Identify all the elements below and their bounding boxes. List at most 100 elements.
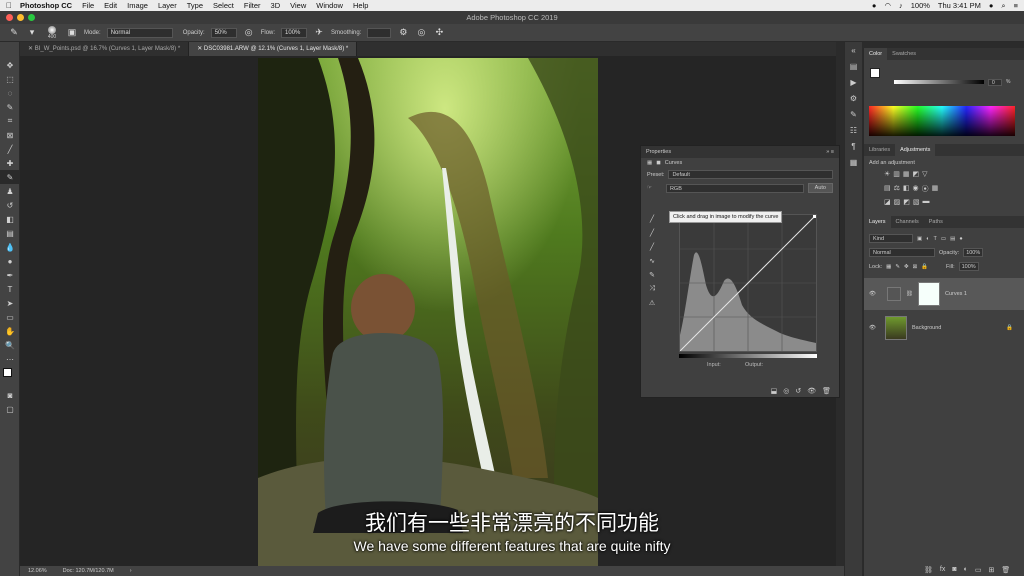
menu-layer[interactable]: Layer — [158, 1, 177, 10]
pencil-mode-icon[interactable]: ✎ — [645, 268, 659, 282]
curve-graph[interactable] — [679, 214, 817, 352]
filter-smart-icon[interactable]: ▤ — [950, 236, 955, 242]
foreground-swatch[interactable] — [870, 68, 880, 78]
adjust-icon[interactable]: ⚙ — [845, 90, 862, 106]
menu-3d[interactable]: 3D — [271, 1, 281, 10]
battery-percent[interactable]: 100% — [911, 1, 930, 10]
clone-stamp-tool-icon[interactable]: ♟ — [0, 184, 20, 198]
gradient-tool-icon[interactable]: ▤ — [0, 226, 20, 240]
color-lookup-icon[interactable]: ▦ — [932, 184, 939, 194]
collapse-icon[interactable]: « — [845, 42, 862, 58]
curves-icon[interactable]: ▦ — [903, 170, 910, 178]
airbrush-icon[interactable]: ✈ — [313, 27, 325, 39]
brush-settings-icon[interactable]: ▣ — [66, 27, 78, 39]
opacity-field[interactable]: 50% — [210, 27, 237, 38]
brightness-contrast-icon[interactable]: ☀ — [884, 170, 890, 178]
adjustment-icon[interactable]: ▦ — [647, 160, 652, 166]
trash-icon[interactable]: 🗑 — [822, 387, 831, 395]
foreground-color-swatch[interactable] — [3, 368, 12, 377]
curve-point-mode-icon[interactable]: ∿ — [645, 254, 659, 268]
auto-button[interactable]: Auto — [807, 183, 833, 193]
menu-type[interactable]: Type — [187, 1, 203, 10]
menu-view[interactable]: View — [290, 1, 306, 10]
add-mask-icon[interactable]: ◙ — [952, 566, 956, 574]
color-spectrum[interactable] — [869, 106, 1015, 136]
menu-edit[interactable]: Edit — [104, 1, 117, 10]
trash-icon[interactable]: 🗑 — [1001, 566, 1010, 574]
brightness-value[interactable]: 0 — [988, 79, 1002, 86]
gradient-map-icon[interactable]: ▬ — [923, 198, 930, 206]
dodge-tool-icon[interactable]: ● — [0, 254, 20, 268]
channel-select[interactable]: RGB — [665, 183, 804, 193]
smooth-curve-icon[interactable]: ⤨ — [645, 282, 659, 296]
posterize-icon[interactable]: ▨ — [894, 198, 901, 206]
layer-background[interactable]: 👁 Background 🔒 — [864, 312, 1024, 344]
chain-link-icon[interactable]: ⛓ — [906, 291, 913, 297]
threshold-icon[interactable]: ◩ — [903, 198, 910, 206]
styles-icon[interactable]: ☷ — [845, 122, 862, 138]
history-brush-tool-icon[interactable]: ↺ — [0, 198, 20, 212]
lock-all-icon[interactable]: 🔒 — [921, 264, 928, 270]
tab-paths[interactable]: Paths — [924, 216, 948, 228]
close-icon[interactable]: ✕ — [28, 46, 35, 52]
new-layer-icon[interactable]: ⊞ — [988, 566, 994, 574]
new-adjustment-icon[interactable]: ◐ — [964, 566, 968, 574]
shape-tool-icon[interactable]: ▭ — [0, 310, 20, 324]
brush-tool-icon[interactable]: ✎ — [0, 170, 20, 184]
filter-type-icon[interactable]: T — [934, 236, 937, 242]
menu-file[interactable]: File — [82, 1, 94, 10]
eraser-tool-icon[interactable]: ◧ — [0, 212, 20, 226]
eyedropper-tool-icon[interactable]: ╱ — [0, 142, 20, 156]
mode-select[interactable]: Normal — [106, 27, 173, 38]
document-info[interactable]: Doc: 120.7M/120.7M — [63, 568, 114, 574]
lock-artboard-icon[interactable]: ⊠ — [913, 264, 918, 270]
tab-channels[interactable]: Channels — [891, 216, 924, 228]
gear-icon[interactable]: ⚙ — [397, 27, 409, 39]
brush-preset-picker[interactable]: 400 — [44, 25, 60, 40]
blend-mode-select[interactable]: Normal — [869, 248, 935, 257]
selective-color-icon[interactable]: ▧ — [913, 198, 920, 206]
tab-adjustments[interactable]: Adjustments — [895, 144, 936, 156]
smoothing-field[interactable] — [367, 27, 392, 38]
preset-select[interactable]: Default — [668, 170, 833, 179]
brush-panel-icon[interactable]: ✎ — [845, 106, 862, 122]
tab-document-2[interactable]: ✕ DSC03981.ARW @ 12.1% (Curves 1, Layer … — [189, 42, 358, 56]
apple-icon[interactable]:  — [6, 1, 12, 10]
layer-opacity-field[interactable]: 100% — [963, 248, 984, 257]
view-previous-icon[interactable]: ◎ — [783, 387, 789, 395]
lock-position-icon[interactable]: ✥ — [904, 264, 909, 270]
search-icon[interactable]: ⌕ — [1001, 1, 1005, 11]
menu-select[interactable]: Select — [213, 1, 234, 10]
vibrance-icon[interactable]: ▽ — [922, 170, 927, 178]
lock-pixels-icon[interactable]: ✎ — [895, 264, 900, 270]
layer-curves-1[interactable]: 👁 ⛓ Curves 1 — [864, 278, 1024, 310]
volume-icon[interactable]: ♪ — [899, 1, 903, 10]
mask-icon[interactable]: ◼ — [656, 160, 661, 166]
blur-tool-icon[interactable]: 💧 — [0, 240, 20, 254]
app-menu[interactable]: Photoshop CC — [20, 1, 72, 10]
path-select-tool-icon[interactable]: ➤ — [0, 296, 20, 310]
quick-mask-icon[interactable]: ◙ — [0, 388, 20, 402]
fx-icon[interactable]: fx — [940, 566, 945, 574]
layer-name[interactable]: Curves 1 — [945, 291, 967, 297]
close-icon[interactable]: ✕ — [197, 46, 204, 52]
black-point-eyedropper-icon[interactable]: ╱ — [645, 212, 659, 226]
filter-pixel-icon[interactable]: ▣ — [917, 236, 922, 242]
pressure-size-icon[interactable]: ◎ — [415, 27, 427, 39]
color-balance-icon[interactable]: ⚖ — [894, 184, 900, 194]
marquee-tool-icon[interactable]: ⬚ — [0, 72, 20, 86]
brush-tool-icon[interactable]: ✎ — [8, 27, 20, 39]
layer-name[interactable]: Background — [912, 325, 941, 331]
creative-cloud-icon[interactable]: ● — [872, 1, 877, 10]
lock-transparency-icon[interactable]: ▦ — [886, 264, 891, 270]
curve-endpoint[interactable] — [813, 215, 816, 218]
play-actions-icon[interactable]: ▶ — [845, 74, 862, 90]
type-tool-icon[interactable]: T — [0, 282, 20, 296]
pen-tool-icon[interactable]: ✒ — [0, 268, 20, 282]
color-swatches[interactable] — [0, 366, 19, 388]
document-image[interactable] — [258, 58, 598, 566]
filter-shape-icon[interactable]: ▭ — [941, 236, 946, 242]
flow-field[interactable]: 100% — [281, 27, 308, 38]
minimize-window-button[interactable] — [17, 14, 24, 21]
visibility-eye-icon[interactable]: 👁 — [869, 291, 876, 297]
